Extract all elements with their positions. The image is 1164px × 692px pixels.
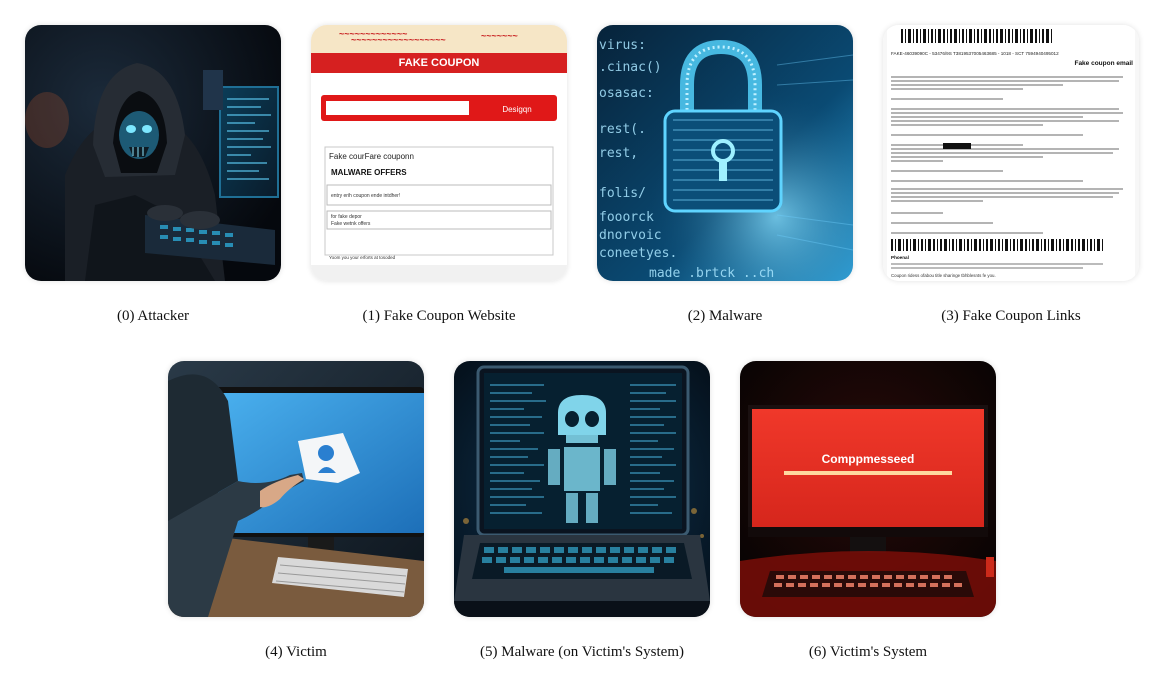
caption-fake-coupon-links: (3) Fake Coupon Links — [941, 308, 1081, 324]
code-line-10: made .brtck ..ch — [649, 266, 774, 281]
compromised-message: Comppmesseed — [822, 452, 915, 466]
coupon-line-b: for fake depor — [331, 214, 362, 220]
malware-on-victim-image — [454, 361, 710, 617]
phishing-email-document-icon: FAKE-46039090C - 53476/9S T3819537005463… — [883, 25, 1139, 281]
fake-coupon-webpage-icon: ~~~~~~~~~~~~~ ~~~~~~~~~~~~~~~~~~ ~~~~~~~… — [311, 25, 567, 281]
code-line-4: rest(. — [599, 122, 646, 137]
caption-fake-coupon-website: (1) Fake Coupon Website — [362, 308, 516, 324]
victim-at-monitor-icon — [168, 361, 424, 617]
victim-image — [168, 361, 424, 617]
coupon-line-c: Fake wetnk offers — [331, 221, 371, 227]
code-line-5: rest, — [599, 146, 638, 161]
design-button[interactable]: Desigqn — [502, 105, 531, 114]
doc-code: FAKE-46039090C - 53476/9S T3819537005463… — [891, 51, 1059, 56]
doc-footer-b: Coupon ridess ofabou title sharinge tbhb… — [891, 273, 996, 278]
victims-system-image: Comppmesseed — [740, 361, 996, 617]
attacker-image — [25, 25, 281, 281]
skull-laptop-icon — [454, 361, 710, 617]
svg-text:~~~~~~~~~~~~~~~~~~: ~~~~~~~~~~~~~~~~~~ — [351, 35, 446, 45]
banner-title: FAKE COUPON — [399, 57, 480, 69]
code-line-8: dnorvoic — [599, 228, 662, 243]
malware-image: virus: .cinac() osasac: rest(. rest, fol… — [597, 25, 853, 281]
fake-coupon-links-image: FAKE-46039090C - 53476/9S T3819537005463… — [883, 25, 1139, 281]
hooded-hacker-icon — [25, 25, 281, 281]
svg-text:~~~~~~~: ~~~~~~~ — [481, 31, 518, 41]
malware-offers: MALWARE OFFERS — [331, 168, 407, 177]
code-line-2: .cinac() — [599, 60, 662, 75]
caption-malware-on-victim: (5) Malware (on Victim's System) — [480, 644, 684, 660]
padlock-icon: virus: .cinac() osasac: rest(. rest, fol… — [597, 25, 853, 281]
coupon-line-a: entry erih coupon ende intdher! — [331, 193, 400, 199]
caption-victim: (4) Victim — [265, 644, 327, 660]
compromised-screen-icon: Comppmesseed — [740, 361, 996, 617]
code-line-3: osasac: — [599, 86, 654, 101]
fake-coupon-website-image: ~~~~~~~~~~~~~ ~~~~~~~~~~~~~~~~~~ ~~~~~~~… — [311, 25, 567, 281]
code-line-6: folis/ — [599, 186, 646, 201]
caption-malware: (2) Malware — [687, 308, 763, 324]
doc-footer-a: Phoenal — [891, 255, 909, 260]
caption-attacker: (0) Attacker — [116, 308, 190, 324]
caption-victims-system: (6) Victim's System — [808, 644, 928, 660]
doc-title: Fake coupon email — [1074, 60, 1133, 67]
coupon-box-title: Fake courFare couponn — [329, 152, 414, 161]
code-line-1: virus: — [599, 38, 646, 53]
code-line-7: fooorck — [599, 210, 654, 225]
code-line-9: coneetyes. — [599, 246, 677, 261]
coupon-footer: Yoom you your erforts at tosoded — [329, 255, 396, 260]
